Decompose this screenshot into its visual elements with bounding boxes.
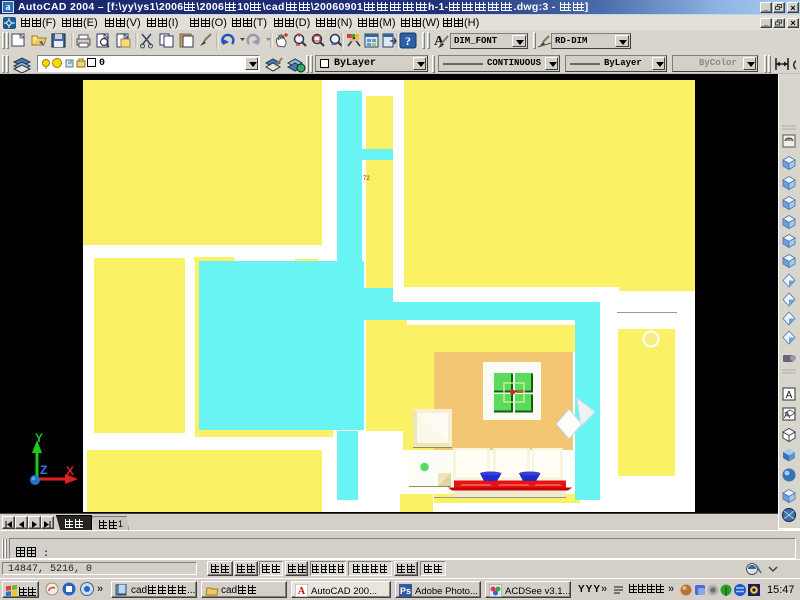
svg-text:?: ? [405,34,411,48]
svg-text:A: A [298,586,306,597]
svg-text:A: A [786,390,793,401]
svg-text:72: 72 [363,176,370,182]
svg-text:X: X [66,464,74,478]
svg-text:Ps: Ps [400,586,411,596]
svg-text:Z: Z [40,463,47,477]
svg-text:Y: Y [35,431,43,445]
